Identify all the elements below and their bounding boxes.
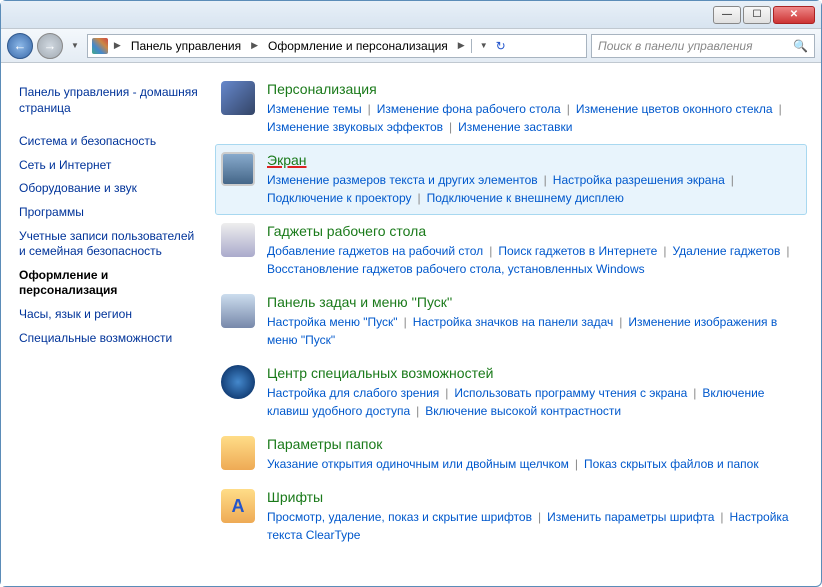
category-links: Добавление гаджетов на рабочий стол | Поис… — [267, 242, 801, 278]
sidebar-item[interactable]: Оборудование и звук — [19, 177, 203, 201]
task-link[interactable]: Настройка значков на панели задач — [413, 315, 614, 329]
link-separator: | — [445, 386, 448, 400]
category-title[interactable]: Экран — [267, 152, 801, 168]
task-link[interactable]: Изменение заставки — [458, 120, 572, 134]
link-separator: | — [731, 173, 734, 187]
display-icon — [221, 152, 255, 186]
gadgets-icon — [221, 223, 255, 257]
control-panel-icon — [92, 38, 108, 54]
chevron-right-icon[interactable]: ▶ — [112, 40, 123, 51]
link-separator: | — [720, 510, 723, 524]
sidebar-item[interactable]: Оформление и персонализация — [19, 264, 203, 303]
refresh-icon[interactable]: ↻ — [496, 39, 506, 53]
category-title[interactable]: Центр специальных возможностей — [267, 365, 801, 381]
navigation-bar: ← → ▼ ▶ Панель управления ▶ Оформление и… — [1, 29, 821, 63]
folders-icon — [221, 436, 255, 470]
category-title[interactable]: Персонализация — [267, 81, 801, 97]
sidebar-item[interactable]: Система и безопасность — [19, 130, 203, 154]
link-separator: | — [786, 244, 789, 258]
category-links: Настройка для слабого зрения | Использоват… — [267, 384, 801, 420]
category-title[interactable]: Панель задач и меню ''Пуск'' — [267, 294, 801, 310]
breadcrumb[interactable]: Панель управления — [127, 37, 245, 55]
close-button[interactable]: ✕ — [773, 6, 815, 24]
sidebar-item[interactable]: Программы — [19, 201, 203, 225]
sidebar-home-link[interactable]: Панель управления - домашняя страница — [19, 81, 203, 120]
task-link[interactable]: Показ скрытых файлов и папок — [584, 457, 759, 471]
category-folders: Параметры папок Указание открытия одиночн… — [215, 428, 807, 481]
link-separator: | — [693, 386, 696, 400]
link-separator: | — [779, 102, 782, 116]
address-dropdown-icon[interactable]: ▼ — [476, 41, 492, 50]
search-input[interactable]: Поиск в панели управления 🔍 — [591, 34, 815, 58]
window-titlebar: — ☐ ✕ — [1, 1, 821, 29]
category-title[interactable]: Гаджеты рабочего стола — [267, 223, 801, 239]
link-separator: | — [567, 102, 570, 116]
link-separator: | — [575, 457, 578, 471]
task-link[interactable]: Включение высокой контрастности — [425, 404, 621, 418]
task-link[interactable]: Просмотр, удаление, показ и скрытие шриф… — [267, 510, 532, 524]
link-separator: | — [449, 120, 452, 134]
search-placeholder: Поиск в панели управления — [598, 39, 753, 53]
history-dropdown-icon[interactable]: ▼ — [67, 41, 83, 50]
link-separator: | — [418, 191, 421, 205]
category-links: Изменение темы | Изменение фона рабочего с… — [267, 100, 801, 136]
link-separator: | — [489, 244, 492, 258]
task-link[interactable]: Поиск гаджетов в Интернете — [498, 244, 657, 258]
chevron-right-icon[interactable]: ▶ — [456, 40, 467, 51]
link-separator: | — [619, 315, 622, 329]
task-link[interactable]: Восстановление гаджетов рабочего стола, … — [267, 262, 645, 276]
category-links: Просмотр, удаление, показ и скрытие шриф… — [267, 508, 801, 544]
category-display: Экран Изменение размеров текста и других … — [215, 144, 807, 215]
back-button[interactable]: ← — [7, 33, 33, 59]
link-separator: | — [538, 510, 541, 524]
task-link[interactable]: Подключение к проектору — [267, 191, 412, 205]
sidebar-item[interactable]: Сеть и Интернет — [19, 154, 203, 178]
forward-button[interactable]: → — [37, 33, 63, 59]
task-link[interactable]: Настройка меню "Пуск" — [267, 315, 398, 329]
link-separator: | — [544, 173, 547, 187]
fonts-icon: A — [221, 489, 255, 523]
minimize-button[interactable]: — — [713, 6, 741, 24]
category-title[interactable]: Параметры папок — [267, 436, 801, 452]
breadcrumb[interactable]: Оформление и персонализация — [264, 37, 452, 55]
taskbar-icon — [221, 294, 255, 328]
link-separator: | — [368, 102, 371, 116]
task-link[interactable]: Изменение цветов оконного стекла — [576, 102, 773, 116]
category-gadgets: Гаджеты рабочего стола Добавление гаджето… — [215, 215, 807, 286]
task-link[interactable]: Указание открытия одиночным или двойным … — [267, 457, 569, 471]
category-title[interactable]: Шрифты — [267, 489, 801, 505]
sidebar: Панель управления - домашняя страница Си… — [1, 63, 211, 586]
task-link[interactable]: Изменение звуковых эффектов — [267, 120, 443, 134]
address-bar[interactable]: ▶ Панель управления ▶ Оформление и персо… — [87, 34, 587, 58]
task-link[interactable]: Изменить параметры шрифта — [547, 510, 714, 524]
task-link[interactable]: Использовать программу чтения с экрана — [454, 386, 687, 400]
task-link[interactable]: Изменение фона рабочего стола — [377, 102, 561, 116]
ease-icon — [221, 365, 255, 399]
task-link[interactable]: Добавление гаджетов на рабочий стол — [267, 244, 483, 258]
link-separator: | — [404, 315, 407, 329]
content-pane: Персонализация Изменение темы | Изменение ф… — [211, 63, 821, 586]
category-ease: Центр специальных возможностей Настройка … — [215, 357, 807, 428]
category-taskbar: Панель задач и меню ''Пуск'' Настройка ме… — [215, 286, 807, 357]
category-links: Настройка меню "Пуск" | Настройка значков … — [267, 313, 801, 349]
task-link[interactable]: Настройка разрешения экрана — [553, 173, 725, 187]
chevron-right-icon[interactable]: ▶ — [249, 40, 260, 51]
personalization-icon — [221, 81, 255, 115]
sidebar-item[interactable]: Учетные записи пользователей и семейная … — [19, 225, 203, 264]
sidebar-item[interactable]: Часы, язык и регион — [19, 303, 203, 327]
category-links: Указание открытия одиночным или двойным … — [267, 455, 801, 473]
link-separator: | — [416, 404, 419, 418]
category-personalization: Персонализация Изменение темы | Изменение ф… — [215, 73, 807, 144]
task-link[interactable]: Изменение темы — [267, 102, 362, 116]
task-link[interactable]: Изменение размеров текста и других элеме… — [267, 173, 538, 187]
task-link[interactable]: Настройка для слабого зрения — [267, 386, 439, 400]
search-icon[interactable]: 🔍 — [793, 39, 808, 53]
maximize-button[interactable]: ☐ — [743, 6, 771, 24]
task-link[interactable]: Удаление гаджетов — [672, 244, 780, 258]
category-links: Изменение размеров текста и других элеме… — [267, 171, 801, 207]
category-fonts: A Шрифты Просмотр, удаление, показ и скрыт… — [215, 481, 807, 552]
link-separator: | — [663, 244, 666, 258]
task-link[interactable]: Подключение к внешнему дисплею — [427, 191, 624, 205]
sidebar-item[interactable]: Специальные возможности — [19, 327, 203, 351]
